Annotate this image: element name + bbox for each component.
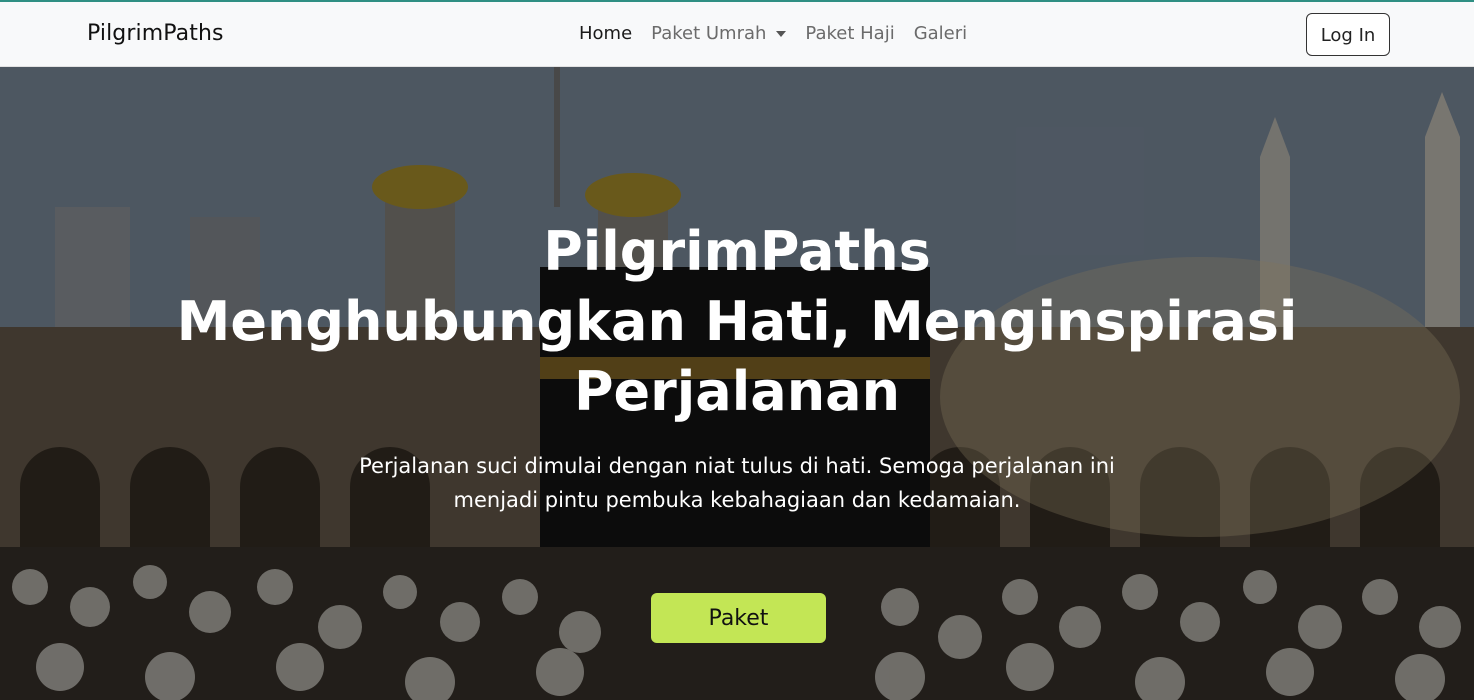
- nav-link-paket-umrah-label: Paket Umrah: [651, 23, 767, 44]
- brand-logo[interactable]: PilgrimPaths: [87, 21, 224, 46]
- nav-link-home[interactable]: Home: [579, 23, 632, 44]
- hero-title-line3: Perjalanan: [573, 360, 901, 423]
- login-button[interactable]: Log In: [1306, 13, 1390, 56]
- nav-link-home-label: Home: [579, 23, 633, 44]
- hero-title-line2: Menghubungkan Hati, Menginspirasi: [176, 290, 1298, 353]
- navbar: PilgrimPaths Home Paket Umrah Paket Haji…: [0, 0, 1474, 67]
- nav-links: Home Paket Umrah Paket Haji Galeri: [579, 23, 986, 44]
- caret-down-icon: [776, 30, 787, 37]
- hero-title-line1: PilgrimPaths: [543, 220, 931, 283]
- nav-link-paket-haji-label: Paket Haji: [805, 23, 895, 44]
- hero-subtitle-line1: Perjalanan suci dimulai dengan niat tulu…: [359, 454, 1115, 478]
- nav-link-paket-haji[interactable]: Paket Haji: [805, 23, 894, 44]
- nav-link-paket-umrah[interactable]: Paket Umrah: [651, 23, 787, 44]
- hero-subtitle: Perjalanan suci dimulai dengan niat tulu…: [287, 449, 1187, 517]
- nav-link-galeri-label: Galeri: [913, 23, 968, 44]
- nav-link-galeri[interactable]: Galeri: [914, 23, 967, 44]
- hero-title: PilgrimPaths Menghubungkan Hati, Mengins…: [0, 217, 1474, 427]
- paket-cta-button[interactable]: Paket: [651, 593, 826, 643]
- hero-section: PilgrimPaths Menghubungkan Hati, Mengins…: [0, 67, 1474, 700]
- hero-subtitle-line2: menjadi pintu pembuka kebahagiaan dan ke…: [453, 488, 1021, 512]
